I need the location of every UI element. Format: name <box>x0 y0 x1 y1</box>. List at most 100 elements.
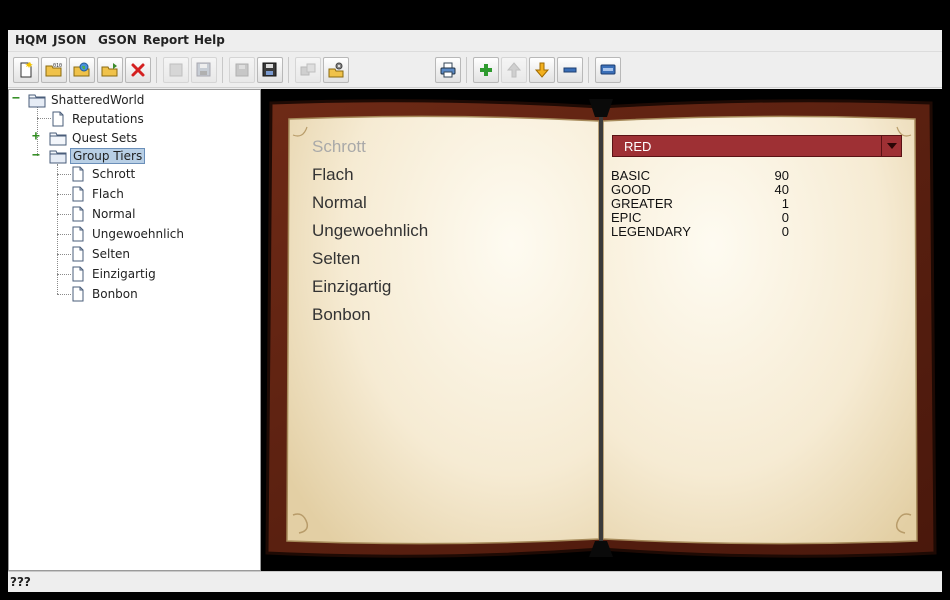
document-icon <box>72 266 84 282</box>
move-up-button[interactable] <box>501 57 527 83</box>
stat-value-basic: 90 <box>774 168 789 183</box>
tier-list-item[interactable]: Selten <box>312 249 360 269</box>
document-icon <box>72 166 84 182</box>
open-folder-icon <box>49 150 67 164</box>
menubar: HQM JSON GSON Report Help <box>8 30 942 52</box>
settings-button[interactable] <box>323 57 349 83</box>
toolbar-separator <box>588 57 589 83</box>
open-recent-button[interactable] <box>97 57 123 83</box>
toolbar-separator <box>288 57 289 83</box>
save-disabled-button[interactable] <box>229 57 255 83</box>
book-background <box>265 99 937 558</box>
document-icon <box>72 286 84 302</box>
tree-label: Group Tiers <box>70 148 146 164</box>
document-icon <box>72 246 84 262</box>
collapse-toggle[interactable]: − <box>32 149 40 162</box>
menu-gson[interactable]: GSON <box>98 33 137 47</box>
document-icon <box>72 226 84 242</box>
menu-hqm[interactable]: HQM <box>15 33 47 47</box>
tree-node-tier[interactable]: Ungewoehnlich <box>69 225 186 243</box>
save-all-button[interactable] <box>257 57 283 83</box>
open-recent-icon <box>101 63 118 77</box>
open-world-icon <box>73 62 90 77</box>
expand-toggle[interactable]: + <box>32 130 40 143</box>
tree-node-tier[interactable]: Bonbon <box>69 285 140 303</box>
menu-report[interactable]: Report <box>143 33 189 47</box>
move-up-icon <box>506 62 522 78</box>
stat-value-epic: 0 <box>781 210 789 225</box>
chevron-down-icon[interactable] <box>881 136 901 156</box>
tree-node-tier[interactable]: Flach <box>69 185 126 203</box>
tree-node-tier[interactable]: Selten <box>69 245 132 263</box>
new-file-button[interactable] <box>13 57 39 83</box>
remove-icon <box>563 67 577 73</box>
color-dropdown-value: RED <box>624 138 652 154</box>
add-icon <box>480 64 492 76</box>
svg-text:010: 010 <box>53 63 62 69</box>
print-button[interactable] <box>435 57 461 83</box>
open-folder-icon <box>28 94 46 108</box>
tier-list-item[interactable]: Bonbon <box>312 305 371 325</box>
delete-button[interactable] <box>125 57 151 83</box>
tree-label: Einzigartig <box>92 267 156 281</box>
tier-list-item[interactable]: Flach <box>312 165 354 185</box>
toolbar: 010 <box>8 52 942 88</box>
stat-value-greater: 1 <box>781 196 789 211</box>
menu-json[interactable]: JSON <box>53 33 86 47</box>
document-icon <box>52 111 64 127</box>
open-folder-icon: 010 <box>45 63 62 77</box>
copy-disabled-icon <box>300 63 316 76</box>
tree-label: Quest Sets <box>72 131 138 145</box>
save-as-button[interactable] <box>191 57 217 83</box>
save-as-icon <box>196 62 211 77</box>
save-all-icon <box>262 62 277 77</box>
color-dropdown[interactable]: RED <box>612 135 902 157</box>
tree-node-root[interactable]: ShatteredWorld <box>28 91 146 109</box>
blank-button[interactable] <box>163 57 189 83</box>
move-down-icon <box>534 62 550 78</box>
stat-value-legendary: 0 <box>781 224 789 239</box>
open-world-button[interactable] <box>69 57 95 83</box>
tree-node-quest-sets[interactable]: Quest Sets <box>49 129 139 147</box>
open-button[interactable]: 010 <box>41 57 67 83</box>
stat-label-legendary: LEGENDARY <box>611 224 691 239</box>
copy-button[interactable] <box>295 57 321 83</box>
tree-node-tier[interactable]: Schrott <box>69 165 137 183</box>
move-down-button[interactable] <box>529 57 555 83</box>
add-button[interactable] <box>473 57 499 83</box>
collapse-toggle[interactable]: − <box>12 92 20 105</box>
tree-label: Flach <box>92 187 124 201</box>
project-tree[interactable]: − ShatteredWorld Reputations + Quest Set… <box>8 89 261 571</box>
status-text: ??? <box>10 575 31 589</box>
remove-button[interactable] <box>557 57 583 83</box>
tree-node-tier[interactable]: Normal <box>69 205 137 223</box>
document-icon <box>72 186 84 202</box>
delete-icon <box>131 63 145 77</box>
tier-list-item[interactable]: Einzigartig <box>312 277 391 297</box>
tier-list-item[interactable]: Normal <box>312 193 367 213</box>
tree-label: Selten <box>92 247 131 261</box>
toolbar-separator <box>222 57 223 83</box>
tree-node-reputations[interactable]: Reputations <box>49 110 146 128</box>
settings-icon <box>328 62 344 78</box>
blank-icon <box>169 63 183 77</box>
toolbar-separator <box>466 57 467 83</box>
tree-node-tier[interactable]: Einzigartig <box>69 265 158 283</box>
stat-label-epic: EPIC <box>611 210 642 225</box>
stat-label-good: GOOD <box>611 182 651 197</box>
stat-label-greater: GREATER <box>611 196 673 211</box>
book-panel: Schrott Flach Normal Ungewoehnlich Selte… <box>261 89 942 571</box>
tree-label: Normal <box>92 207 136 221</box>
toolbar-separator <box>156 57 157 83</box>
menu-help[interactable]: Help <box>194 33 225 47</box>
print-icon <box>440 62 456 78</box>
tree-label: Reputations <box>72 112 144 126</box>
tier-list-item[interactable]: Ungewoehnlich <box>312 221 428 241</box>
window-button[interactable] <box>595 57 621 83</box>
tree-node-group-tiers[interactable]: Group Tiers <box>49 147 146 165</box>
tier-list-item[interactable]: Schrott <box>312 137 366 157</box>
folder-icon <box>49 132 67 146</box>
status-bar: ??? <box>8 571 942 592</box>
stat-value-good: 40 <box>774 182 789 197</box>
new-file-icon <box>20 62 33 78</box>
